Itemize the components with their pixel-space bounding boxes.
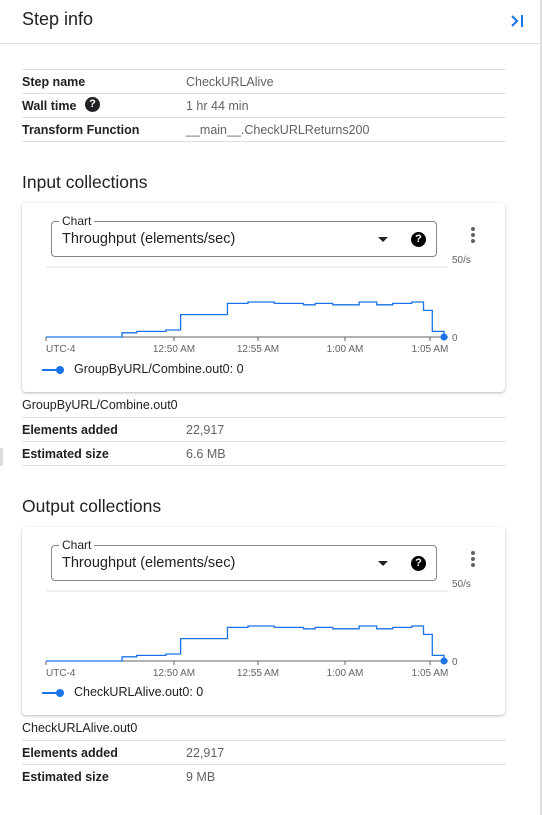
x-tick-label: 1:00 AM: [327, 668, 364, 679]
x-tick-label: 1:05 AM: [412, 668, 449, 679]
step-info-panel: Step info Step name CheckURLAlive Wall t…: [0, 0, 542, 815]
x-tick-label: 12:55 AM: [237, 344, 279, 355]
input-collections-title: Input collections: [22, 172, 148, 192]
help-icon[interactable]: ?: [85, 97, 100, 112]
collection-name: GroupByURL/Combine.out0: [22, 398, 178, 412]
legend-dot-icon: [56, 366, 64, 374]
divider: [22, 141, 506, 142]
output-chart-card: Chart Throughput (elements/sec) ? UTC-4 1…: [22, 527, 505, 715]
divider: [22, 465, 506, 466]
row-value: 22,917: [186, 746, 225, 760]
elements-added-row: Elements added 22,917: [22, 417, 506, 441]
row-key: Elements added: [22, 746, 118, 760]
input-chart-card: Chart Throughput (elements/sec) ? UTC-4 1…: [22, 203, 505, 392]
legend-label: GroupByURL/Combine.out0: 0: [74, 362, 244, 376]
row-value: CheckURLAlive: [186, 75, 274, 89]
series-line: [46, 625, 445, 662]
panel-header: Step info: [0, 0, 540, 44]
elements-added-row: Elements added 22,917: [22, 740, 506, 764]
collapse-panel-icon[interactable]: [508, 12, 526, 30]
row-value: 9 MB: [186, 770, 216, 784]
step-name-row: Step name CheckURLAlive: [22, 69, 506, 93]
wall-time-row: Wall time ? 1 hr 44 min: [22, 93, 506, 117]
y-min-label: 0: [452, 333, 458, 344]
y-max-label: 50/s: [452, 579, 471, 590]
x-tick-label: UTC-4: [46, 344, 76, 355]
row-value: __main__.CheckURLReturns200: [186, 123, 370, 137]
x-tick-label: 12:50 AM: [153, 668, 195, 679]
resize-handle[interactable]: [0, 448, 3, 466]
row-key: Transform Function: [22, 123, 140, 137]
series-line: [46, 301, 445, 338]
row-key: Estimated size: [22, 770, 109, 784]
estimated-size-row: Estimated size 9 MB: [22, 764, 506, 788]
x-tick-label: UTC-4: [46, 668, 76, 679]
legend-dot-icon: [56, 689, 64, 697]
transform-function-row: Transform Function __main__.CheckURLRetu…: [22, 117, 506, 141]
estimated-size-row: Estimated size 6.6 MB: [22, 441, 506, 465]
x-tick-label: 1:00 AM: [327, 344, 364, 355]
legend-label: CheckURLAlive.out0: 0: [74, 685, 204, 699]
y-min-label: 0: [452, 657, 458, 668]
row-value: 22,917: [186, 423, 225, 437]
row-key: Step name: [22, 75, 86, 89]
row-key: Elements added: [22, 423, 118, 437]
series-end-point: [440, 333, 448, 341]
series-end-point: [440, 657, 448, 665]
row-key: Estimated size: [22, 447, 109, 461]
y-max-label: 50/s: [452, 255, 471, 266]
row-key: Wall time: [22, 99, 77, 113]
collection-name: CheckURLAlive.out0: [22, 721, 138, 735]
x-tick-label: 12:55 AM: [237, 668, 279, 679]
x-tick-label: 1:05 AM: [412, 344, 449, 355]
x-tick-label: 12:50 AM: [153, 344, 195, 355]
row-value: 1 hr 44 min: [186, 99, 249, 113]
output-collections-title: Output collections: [22, 496, 162, 516]
panel-title: Step info: [22, 9, 94, 29]
row-value: 6.6 MB: [186, 447, 226, 461]
